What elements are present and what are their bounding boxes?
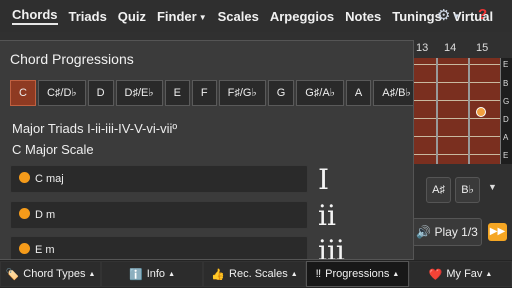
- key-button-c-sharp[interactable]: C♯/D♭: [37, 80, 86, 106]
- bottom-toolbar: 🏷️ Chord Types ▲ ℹ️ Info ▲ 👍 Rec. Scales ▲ ‼ Pr…: [0, 260, 512, 288]
- my-fav-label: My Fav: [446, 268, 483, 280]
- nut: [500, 58, 512, 164]
- rec-scales-button[interactable]: 👍 Rec. Scales ▲: [203, 261, 306, 287]
- roman-numeral: ii: [318, 199, 336, 232]
- progressions-button[interactable]: ‼ Progressions ▲: [306, 261, 409, 287]
- nav-finder-label: Finder: [156, 8, 197, 24]
- scale-name: C Major Scale: [12, 142, 94, 157]
- my-fav-button[interactable]: ❤️ My Fav ▲: [409, 261, 512, 287]
- chord-label: C maj: [35, 173, 64, 185]
- key-button-a[interactable]: A: [345, 80, 372, 106]
- nav-quiz[interactable]: Quiz: [118, 9, 146, 24]
- nav-chords[interactable]: Chords: [12, 7, 58, 25]
- chevron-up-icon: ▲: [290, 270, 298, 278]
- note-button-a-sharp[interactable]: A♯: [426, 177, 451, 203]
- top-nav: Chords Triads Quiz Finder ▼ Scales Arpegg…: [0, 0, 512, 32]
- string-note-label: E: [503, 60, 509, 69]
- key-button-g[interactable]: G: [267, 80, 295, 106]
- fret-wire: [468, 58, 470, 164]
- string-note-label: A: [503, 133, 509, 142]
- string-note-label: D: [503, 115, 509, 124]
- rec-scales-label: Rec. Scales: [229, 268, 288, 280]
- chord-dot-icon: [19, 208, 30, 219]
- heart-icon: ❤️: [428, 268, 443, 281]
- info-icon: ℹ️: [129, 268, 143, 281]
- app-window: Chords Triads Quiz Finder ▼ Scales Arpegg…: [0, 0, 512, 288]
- panel-title: Chord Progressions: [10, 51, 134, 67]
- play-label: Play 1/3: [434, 225, 478, 239]
- key-button-d[interactable]: D: [87, 80, 114, 106]
- nav-finder[interactable]: Finder ▼: [157, 9, 207, 24]
- nav-scales[interactable]: Scales: [218, 9, 259, 24]
- nav-triads[interactable]: Triads: [69, 9, 107, 24]
- string-note-label: B: [503, 79, 509, 88]
- guitar-string: [414, 136, 500, 137]
- chord-dot-icon: [19, 243, 30, 254]
- note-dot[interactable]: [476, 107, 486, 117]
- guitar-string: [414, 100, 500, 101]
- key-selector: C C♯/D♭ D D♯/E♭ E F F♯/G♭ G G♯/A♭ A A♯/B…: [10, 80, 413, 106]
- chevron-down-icon[interactable]: ▼: [488, 182, 497, 192]
- speaker-icon: 🔊: [416, 225, 432, 239]
- info-button[interactable]: ℹ️ Info ▲: [101, 261, 203, 287]
- play-button[interactable]: 🔊 Play 1/3: [412, 218, 482, 246]
- key-button-d-sharp[interactable]: D♯/E♭: [115, 80, 163, 106]
- fret-number: 15: [476, 42, 489, 54]
- guitar-string: [414, 154, 500, 155]
- chord-label: D m: [35, 209, 56, 221]
- nav-tunings[interactable]: Tunings: [392, 9, 442, 24]
- chevron-up-icon: ▲: [485, 270, 493, 278]
- question-mark-icon[interactable]: ?: [478, 6, 487, 23]
- chord-label: E m: [35, 244, 55, 256]
- chord-dot-icon: [19, 172, 30, 183]
- chevron-up-icon: ▲: [168, 270, 175, 278]
- progression-name: Major Triads I-ii-iii-IV-V-vi-viiº: [12, 121, 178, 136]
- chord-row[interactable]: C maj: [10, 165, 308, 193]
- info-label: Info: [146, 268, 166, 280]
- fret-numbers: 13 14 15: [412, 42, 512, 56]
- double-exclamation-icon: ‼: [315, 268, 322, 280]
- chord-types-button[interactable]: 🏷️ Chord Types ▲: [0, 261, 101, 287]
- gear-icon: ⚙: [437, 7, 451, 24]
- key-button-f-sharp[interactable]: F♯/G♭: [218, 80, 266, 106]
- chord-row[interactable]: E m: [10, 236, 308, 259]
- fret-number: 13: [416, 42, 429, 54]
- string-note-label: E: [503, 151, 509, 160]
- key-button-e[interactable]: E: [164, 80, 190, 106]
- chord-row[interactable]: D m: [10, 201, 308, 229]
- key-button-c[interactable]: C: [10, 80, 36, 106]
- settings-button[interactable]: ⚙ ▼: [437, 6, 460, 24]
- nav-arpeggios[interactable]: Arpeggios: [270, 9, 334, 24]
- fretboard[interactable]: [414, 58, 500, 164]
- key-button-g-sharp[interactable]: G♯/A♭: [296, 80, 344, 106]
- progressions-label: Progressions: [325, 268, 390, 280]
- chevron-down-icon: ▼: [198, 12, 207, 22]
- guitar-string: [414, 64, 500, 65]
- chevron-down-icon: ▼: [452, 12, 461, 21]
- guitar-string: [414, 82, 500, 83]
- string-note-label: G: [503, 97, 510, 106]
- fret-number: 14: [444, 42, 457, 54]
- key-button-a-sharp[interactable]: A♯/B♭: [373, 80, 413, 106]
- nav-notes[interactable]: Notes: [345, 9, 381, 24]
- chevron-up-icon: ▲: [392, 270, 400, 278]
- note-button-b-flat[interactable]: B♭: [455, 177, 480, 203]
- fret-wire: [436, 58, 438, 164]
- chord-progressions-panel: Chord Progressions C C♯/D♭ D D♯/E♭ E F F…: [0, 40, 414, 260]
- guitar-string: [414, 118, 500, 119]
- tag-icon: 🏷️: [5, 268, 20, 281]
- chevron-up-icon: ▲: [88, 270, 96, 278]
- thumbs-up-icon: 👍: [211, 268, 226, 281]
- roman-numeral: iii: [318, 234, 345, 260]
- chord-types-label: Chord Types: [23, 268, 86, 280]
- roman-numeral: I: [318, 163, 330, 196]
- fast-forward-icon[interactable]: ▶▶: [488, 223, 507, 241]
- key-button-f[interactable]: F: [191, 80, 217, 106]
